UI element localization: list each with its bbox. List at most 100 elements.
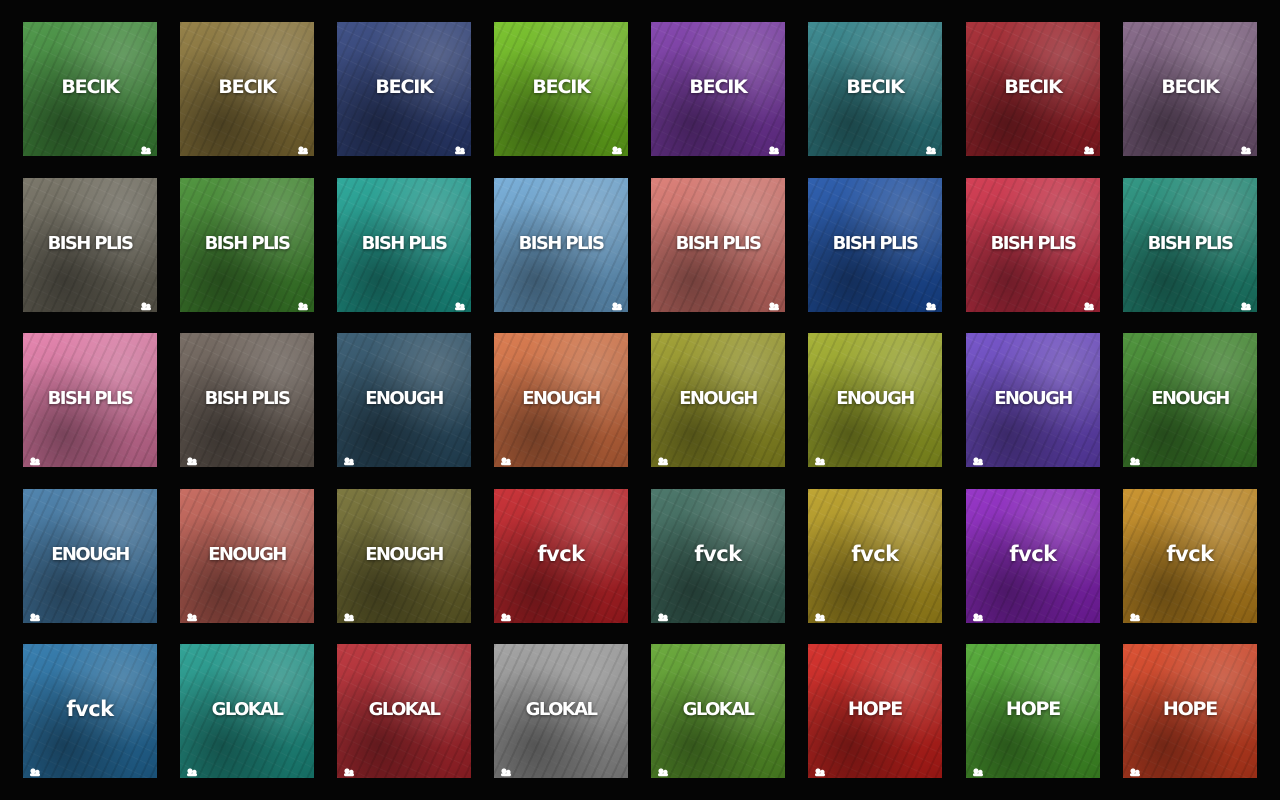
tile-label: BECIK: [1161, 76, 1219, 99]
paw-icon: [140, 298, 152, 311]
image-tile[interactable]: BISH PLIS: [808, 178, 942, 312]
paw-icon: [1129, 609, 1141, 622]
paw-icon: [454, 298, 466, 311]
paw-icon: [1083, 142, 1095, 155]
image-tile[interactable]: BECIK: [1123, 22, 1257, 156]
paw-icon: [657, 453, 669, 466]
tile-label: ENOUGH: [1151, 387, 1230, 409]
paw-icon: [814, 453, 826, 466]
tile-label: BISH PLIS: [990, 232, 1077, 254]
tile-label: HOPE: [847, 698, 903, 721]
paw-icon: [925, 298, 937, 311]
image-tile[interactable]: HOPE: [966, 644, 1100, 778]
image-tile[interactable]: ENOUGH: [808, 333, 942, 467]
paw-icon: [1240, 142, 1252, 155]
image-tile[interactable]: ENOUGH: [494, 333, 628, 467]
tile-label: ENOUGH: [208, 543, 287, 565]
image-tile[interactable]: BECIK: [337, 22, 471, 156]
tile-label: ENOUGH: [679, 387, 758, 409]
image-tile[interactable]: ENOUGH: [337, 489, 471, 623]
image-tile[interactable]: ENOUGH: [23, 489, 157, 623]
tile-label: GLOKAL: [368, 698, 441, 720]
paw-icon: [972, 453, 984, 466]
paw-icon: [500, 609, 512, 622]
image-tile[interactable]: HOPE: [808, 644, 942, 778]
paw-icon: [657, 764, 669, 777]
image-tile[interactable]: fvck: [1123, 489, 1257, 623]
paw-icon: [972, 609, 984, 622]
tile-label: BISH PLIS: [518, 232, 605, 254]
image-tile[interactable]: GLOKAL: [651, 644, 785, 778]
image-tile[interactable]: GLOKAL: [337, 644, 471, 778]
image-tile[interactable]: ENOUGH: [966, 333, 1100, 467]
paw-icon: [768, 142, 780, 155]
tile-grid: BECIK BECIK BECIK BECIK BECIK BECIK BECIK BECIK…: [0, 0, 1280, 800]
tile-label: ENOUGH: [365, 387, 444, 409]
image-tile[interactable]: BISH PLIS: [180, 333, 314, 467]
tile-label: fvck: [537, 542, 585, 567]
tile-label: BISH PLIS: [675, 232, 762, 254]
image-tile[interactable]: BISH PLIS: [23, 333, 157, 467]
paw-icon: [1129, 453, 1141, 466]
tile-label: BECIK: [375, 76, 433, 99]
paw-icon: [1240, 298, 1252, 311]
image-tile[interactable]: BECIK: [966, 22, 1100, 156]
image-tile[interactable]: HOPE: [1123, 644, 1257, 778]
image-tile[interactable]: BISH PLIS: [966, 178, 1100, 312]
image-tile[interactable]: BISH PLIS: [23, 178, 157, 312]
paw-icon: [343, 764, 355, 777]
image-tile[interactable]: BECIK: [808, 22, 942, 156]
paw-icon: [611, 298, 623, 311]
paw-icon: [140, 142, 152, 155]
image-tile[interactable]: BISH PLIS: [337, 178, 471, 312]
tile-label: BISH PLIS: [47, 232, 134, 254]
image-tile[interactable]: ENOUGH: [337, 333, 471, 467]
image-tile[interactable]: ENOUGH: [651, 333, 785, 467]
tile-label: BISH PLIS: [204, 387, 291, 409]
image-tile[interactable]: BISH PLIS: [651, 178, 785, 312]
image-tile[interactable]: BISH PLIS: [180, 178, 314, 312]
tile-label: BECIK: [689, 76, 747, 99]
image-tile[interactable]: BISH PLIS: [1123, 178, 1257, 312]
paw-icon: [1129, 764, 1141, 777]
paw-icon: [814, 764, 826, 777]
paw-icon: [186, 764, 198, 777]
tile-label: GLOKAL: [525, 698, 598, 720]
tile-label: HOPE: [1005, 698, 1061, 721]
image-tile[interactable]: BECIK: [23, 22, 157, 156]
paw-icon: [29, 609, 41, 622]
image-tile[interactable]: ENOUGH: [180, 489, 314, 623]
image-tile[interactable]: BISH PLIS: [494, 178, 628, 312]
tile-label: BISH PLIS: [361, 232, 448, 254]
image-tile[interactable]: fvck: [494, 489, 628, 623]
tile-label: BISH PLIS: [47, 387, 134, 409]
paw-icon: [297, 298, 309, 311]
image-tile[interactable]: fvck: [808, 489, 942, 623]
image-tile[interactable]: BECIK: [494, 22, 628, 156]
tile-label: ENOUGH: [522, 387, 601, 409]
paw-icon: [768, 298, 780, 311]
image-tile[interactable]: GLOKAL: [494, 644, 628, 778]
image-tile[interactable]: BECIK: [180, 22, 314, 156]
paw-icon: [972, 764, 984, 777]
tile-label: fvck: [1009, 542, 1057, 567]
paw-icon: [343, 609, 355, 622]
paw-icon: [1083, 298, 1095, 311]
tile-label: ENOUGH: [994, 387, 1073, 409]
tile-label: HOPE: [1162, 698, 1218, 721]
image-tile[interactable]: GLOKAL: [180, 644, 314, 778]
paw-icon: [186, 609, 198, 622]
paw-icon: [186, 453, 198, 466]
paw-icon: [611, 142, 623, 155]
image-tile[interactable]: fvck: [651, 489, 785, 623]
tile-label: BECIK: [1004, 76, 1062, 99]
tile-label: fvck: [851, 542, 899, 567]
image-tile[interactable]: ENOUGH: [1123, 333, 1257, 467]
image-tile[interactable]: fvck: [23, 644, 157, 778]
tile-label: fvck: [694, 542, 742, 567]
tile-label: fvck: [66, 697, 114, 722]
image-tile[interactable]: BECIK: [651, 22, 785, 156]
tile-label: BECIK: [218, 76, 276, 99]
tile-label: ENOUGH: [51, 543, 130, 565]
image-tile[interactable]: fvck: [966, 489, 1100, 623]
